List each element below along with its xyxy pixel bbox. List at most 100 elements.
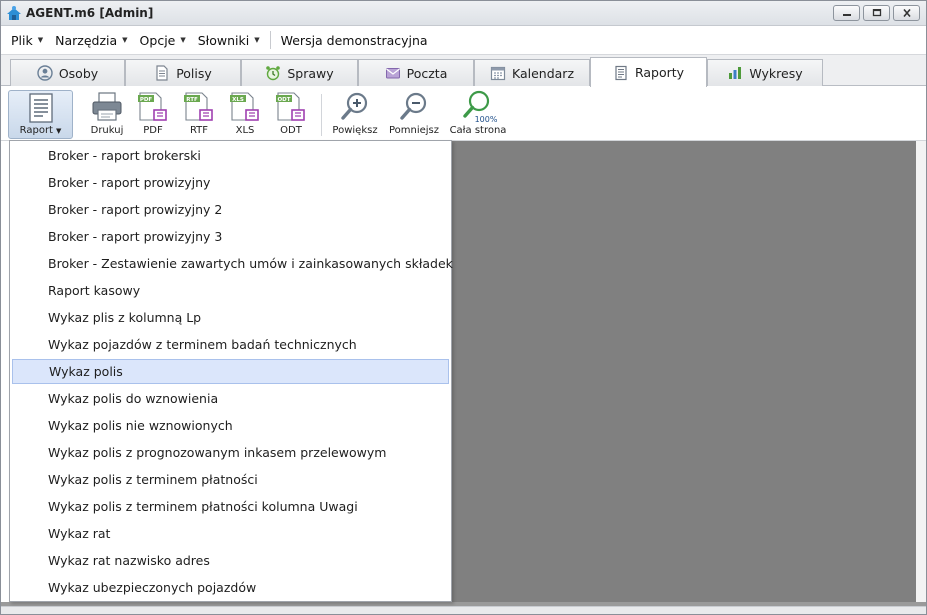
report-menu-item[interactable]: Wykaz rat	[12, 521, 449, 546]
report-menu-item[interactable]: Wykaz rat nazwisko adres	[12, 548, 449, 573]
menu-label: Plik	[11, 32, 33, 48]
pdf-export-button[interactable]: PDF PDF	[133, 90, 173, 138]
rtf-export-button[interactable]: RTF RTF	[179, 90, 219, 138]
menu-label: Słowniki	[197, 32, 250, 48]
tab-label: Poczta	[406, 65, 448, 81]
printer-icon	[92, 92, 122, 121]
tab-label: Kalendarz	[511, 65, 575, 81]
maximize-button[interactable]	[863, 5, 890, 21]
report-menu-item[interactable]: Broker - Zestawienie zawartych umów i za…	[12, 251, 453, 276]
tab-osoby[interactable]: Osoby	[10, 59, 125, 86]
menu-separator	[269, 31, 271, 49]
caret-down-icon: ▼	[37, 36, 44, 44]
caret-down-icon: ▼	[180, 36, 186, 44]
calendar-icon	[490, 66, 506, 81]
caret-down-icon: ▼	[55, 126, 62, 135]
report-toolbar: Raport ▼ Drukuj PDF PDF RTF RTF XLS XLS …	[1, 86, 926, 141]
rtf-label: RTF	[189, 125, 209, 136]
bar-chart-icon	[729, 67, 742, 79]
report-page-icon	[29, 93, 53, 123]
odt-label: ODT	[280, 125, 302, 136]
title-bar: AGENT.m6 [Admin]	[1, 1, 926, 26]
app-window: AGENT.m6 [Admin] Plik ▼ Narzędzia ▼ Opcj…	[0, 0, 927, 615]
svg-text:100%: 100%	[475, 115, 498, 124]
report-menu-item[interactable]: Raport kasowy	[12, 278, 449, 303]
tab-kalendarz[interactable]: Kalendarz	[474, 59, 590, 86]
report-menu-item[interactable]: Wykaz plis z kolumną Lp	[12, 305, 449, 330]
report-menu-item[interactable]: Broker - raport brokerski	[12, 143, 449, 168]
menu-slowniki[interactable]: Słowniki ▼	[192, 29, 266, 51]
demo-version-label: Wersja demonstracyjna	[280, 32, 428, 48]
app-logo-icon	[7, 6, 21, 20]
zoom-in-button[interactable]: Powiększ	[331, 90, 379, 138]
caret-down-icon: ▼	[122, 36, 128, 44]
report-menu-item[interactable]: Wykaz polis z prognozowanym inkasem prze…	[12, 440, 449, 465]
raport-label: Raport	[19, 125, 53, 136]
tab-strip: Osoby Polisy Sprawy Poczta Kalendarz Rap…	[1, 55, 926, 87]
mail-icon	[385, 68, 400, 79]
pdf-label: PDF	[143, 125, 163, 136]
vertical-scrollbar[interactable]	[916, 141, 926, 602]
window-title: AGENT.m6 [Admin]	[26, 6, 154, 20]
menu-label: Narzędzia	[55, 32, 118, 48]
document-icon	[156, 65, 168, 81]
person-icon	[37, 65, 53, 81]
report-menu-item[interactable]: Broker - raport prowizyjny 3	[12, 224, 449, 249]
rtf-file-icon: RTF	[184, 92, 213, 121]
tab-sprawy[interactable]: Sprawy	[241, 59, 358, 86]
odt-export-button[interactable]: ODT ODT	[271, 90, 311, 138]
report-menu-item[interactable]: Wykaz polis z terminem płatności kolumna…	[12, 494, 449, 519]
tab-label: Osoby	[58, 65, 99, 81]
report-menu-item[interactable]: Broker - raport prowizyjny 2	[12, 197, 449, 222]
zoom-in-label: Powiększ	[332, 125, 378, 136]
raport-dropdown-button[interactable]: Raport ▼	[8, 90, 73, 139]
full-page-button[interactable]: 100% Cała strona	[449, 90, 507, 138]
tab-poczta[interactable]: Poczta	[358, 59, 474, 86]
menu-bar: Plik ▼ Narzędzia ▼ Opcje ▼ Słowniki ▼ We…	[1, 26, 926, 55]
drukuj-button[interactable]: Drukuj	[85, 90, 129, 138]
menu-plik[interactable]: Plik ▼	[5, 29, 49, 51]
menu-opcje[interactable]: Opcje ▼	[134, 29, 192, 51]
zoom-out-icon	[400, 92, 427, 120]
caret-down-icon: ▼	[254, 36, 260, 44]
report-icon	[615, 65, 627, 80]
tab-label: Sprawy	[287, 65, 334, 81]
close-icon	[902, 9, 911, 17]
xls-export-button[interactable]: XLS XLS	[225, 90, 265, 138]
odt-file-icon: ODT	[276, 92, 305, 121]
svg-text:XLS: XLS	[232, 97, 244, 103]
report-menu-item[interactable]: Wykaz pojazdów z terminem badań technicz…	[12, 332, 449, 357]
tab-label: Wykresy	[749, 65, 803, 81]
zoom-out-button[interactable]: Pomniejsz	[387, 90, 441, 138]
maximize-icon	[872, 9, 881, 17]
preview-canvas	[451, 141, 916, 602]
zoom-out-label: Pomniejsz	[388, 125, 440, 136]
report-menu-item[interactable]: Wykaz polis do wznowienia	[12, 386, 449, 411]
pdf-file-icon: PDF	[138, 92, 167, 121]
close-button[interactable]	[893, 5, 920, 21]
tab-label: Raporty	[634, 65, 685, 80]
minimize-button[interactable]	[833, 5, 860, 21]
zoom-100-icon: 100%	[463, 90, 498, 124]
report-menu-item[interactable]: Wykaz ubezpieczonych pojazdów	[12, 575, 449, 600]
report-menu-item[interactable]: Broker - raport prowizyjny	[12, 170, 449, 195]
toolbar-separator	[321, 94, 322, 136]
report-menu-item[interactable]: Wykaz polis	[12, 359, 449, 384]
alarm-clock-icon	[266, 66, 281, 81]
tab-polisy[interactable]: Polisy	[125, 59, 241, 86]
tab-label: Polisy	[176, 65, 212, 81]
svg-text:RTF: RTF	[186, 97, 198, 103]
svg-text:PDF: PDF	[140, 97, 153, 103]
status-bar	[1, 606, 926, 614]
xls-file-icon: XLS	[230, 92, 259, 121]
tab-wykresy[interactable]: Wykresy	[707, 59, 823, 86]
report-menu-item[interactable]: Wykaz polis nie wznowionych	[12, 413, 449, 438]
menu-label: Opcje	[139, 32, 176, 48]
menu-narzedzia[interactable]: Narzędzia ▼	[49, 29, 133, 51]
minimize-icon	[842, 14, 851, 16]
tab-raporty[interactable]: Raporty	[590, 57, 707, 87]
report-menu-item[interactable]: Wykaz polis z terminem płatności	[12, 467, 449, 492]
xls-label: XLS	[235, 125, 255, 136]
report-list-menu: Broker - raport brokerski Broker - raport…	[9, 140, 453, 602]
full-page-label: Cała strona	[449, 125, 507, 136]
